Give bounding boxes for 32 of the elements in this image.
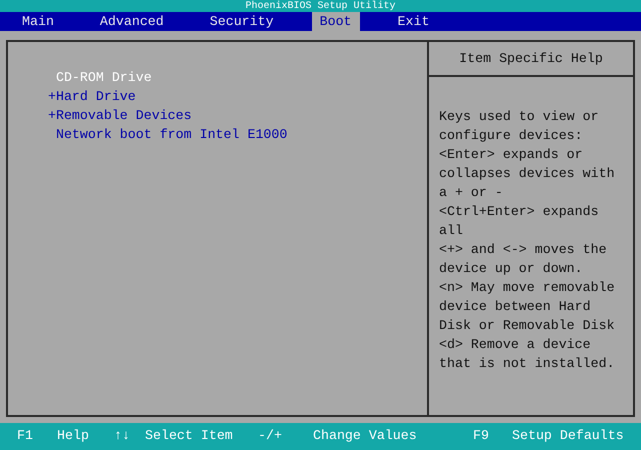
key-label: F1 [17,427,34,445]
help-text-line: Keys used to view or [439,108,600,126]
key-action: Help [57,427,90,445]
window-title: PhoenixBIOS Setup Utility [245,1,396,12]
boot-device-item[interactable]: Network boot from Intel E1000 [48,125,427,144]
help-text-line: configure devices: [439,127,584,145]
help-title: Item Specific Help [459,50,603,68]
help-text-line: <Ctrl+Enter> expands [439,203,600,221]
help-text-line: that is not installed. [439,355,616,373]
help-text-line: <n> May move removable [439,279,616,297]
help-text-line: device up or down. [439,260,584,278]
key-action: Setup Defaults [512,427,625,445]
menu-tab[interactable]: Main [14,12,62,31]
boot-device-item[interactable]: +Removable Devices [48,106,427,125]
menu-tab[interactable]: Advanced [92,12,172,31]
key-label: -/+ [258,427,283,445]
help-text-line: device between Hard [439,298,592,316]
key-label: F9 [473,427,490,445]
help-text-line: a + or - [439,184,504,202]
key-action: Change Values [313,427,418,445]
help-text-line: <+> and <-> moves the [439,241,608,259]
help-text-line: <d> Remove a device [439,336,592,354]
menu-tab[interactable]: Security [202,12,282,31]
help-text-line: all [439,222,464,240]
key-label: ↑↓ [114,427,131,445]
help-text-line: Disk or Removable Disk [439,317,616,335]
menu-tab[interactable]: Boot [312,12,360,31]
menu-tab[interactable]: Exit [390,12,438,31]
help-text-line: <Enter> expands or [439,146,584,164]
key-action: Select Item [145,427,234,445]
boot-device-item[interactable]: +Hard Drive [48,87,427,106]
help-text-line: collapses devices with [439,165,616,183]
